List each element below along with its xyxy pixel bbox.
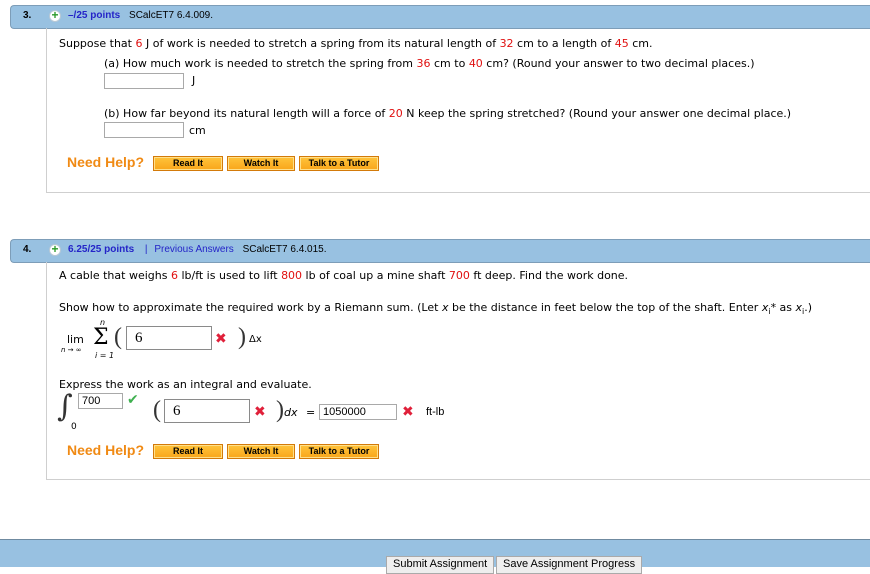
question-4-body: A cable that weighs 6 lb/ft is used to l…: [46, 262, 870, 480]
upper-limit-input[interactable]: [78, 393, 123, 409]
watch-it-button[interactable]: Watch It: [227, 444, 295, 459]
talk-to-tutor-button[interactable]: Talk to a Tutor: [299, 156, 379, 171]
question-number: 4.: [23, 244, 32, 255]
previous-answers-link[interactable]: Previous Answers: [154, 244, 233, 255]
integral-prompt: Express the work as an integral and eval…: [59, 378, 312, 391]
watch-it-button[interactable]: Watch It: [227, 156, 295, 171]
dx-label: dx: [284, 406, 298, 419]
question-3-body: Suppose that 6 J of work is needed to st…: [46, 28, 870, 193]
need-help-label: Need Help?: [67, 442, 145, 458]
talk-to-tutor-button[interactable]: Talk to a Tutor: [299, 444, 379, 459]
delta-x: Δx: [249, 334, 262, 345]
problem-code: SCalcET7 6.4.015.: [242, 244, 327, 255]
close-paren: ): [276, 397, 284, 423]
work-result-input[interactable]: [319, 404, 397, 420]
read-it-button[interactable]: Read It: [153, 444, 223, 459]
result-unit: ft-lb: [426, 406, 445, 418]
sigma-bottom: i = 1: [95, 351, 115, 360]
limit-label: lim: [67, 333, 84, 346]
part-a-unit: J: [192, 74, 196, 87]
integrand-input[interactable]: [164, 399, 250, 423]
incorrect-x-icon: ✖: [215, 331, 227, 347]
correct-check-icon: ✔: [127, 392, 139, 408]
riemann-prompt: Show how to approximate the required wor…: [59, 301, 813, 317]
question-4-header: 4. 6.25/25 points | Previous Answers SCa…: [10, 239, 870, 263]
part-a-answer-input[interactable]: [104, 73, 184, 89]
points-score: –/25 points: [68, 10, 121, 21]
part-b-answer-input[interactable]: [104, 122, 184, 138]
part-b-unit: cm: [189, 124, 206, 137]
part-a-prompt: (a) How much work is needed to stretch t…: [104, 57, 755, 70]
read-it-button[interactable]: Read It: [153, 156, 223, 171]
expand-plus-icon[interactable]: [49, 8, 61, 22]
expand-plus-icon[interactable]: [49, 242, 61, 256]
points-score: 6.25/25 points: [68, 244, 135, 255]
need-help-label: Need Help?: [67, 154, 145, 170]
part-b-prompt: (b) How far beyond its natural length wi…: [104, 107, 792, 120]
open-paren: (: [153, 397, 161, 423]
question-3-intro: Suppose that 6 J of work is needed to st…: [59, 37, 653, 50]
question-3-header: 3. –/25 points SCalcET7 6.4.009.: [10, 5, 870, 29]
equals-sign: =: [306, 406, 316, 419]
lower-limit: 0: [71, 422, 77, 432]
problem-code: SCalcET7 6.4.009.: [129, 10, 213, 21]
assignment-footer: Submit Assignment Save Assignment Progre…: [0, 539, 870, 574]
close-paren: ): [238, 324, 246, 350]
open-paren: (: [114, 324, 122, 350]
integral-sign: ∫: [57, 389, 73, 424]
save-assignment-progress-button[interactable]: Save Assignment Progress: [496, 556, 643, 574]
submit-assignment-button[interactable]: Submit Assignment: [386, 556, 495, 574]
separator: |: [144, 244, 148, 255]
limit-subscript: n → ∞: [61, 346, 82, 354]
incorrect-x-icon: ✖: [402, 404, 414, 420]
riemann-sum-input[interactable]: [126, 326, 212, 350]
incorrect-x-icon: ✖: [254, 404, 266, 420]
sigma-symbol: Σ: [93, 325, 109, 350]
question-number: 3.: [23, 10, 32, 21]
question-4-intro: A cable that weighs 6 lb/ft is used to l…: [59, 269, 629, 282]
